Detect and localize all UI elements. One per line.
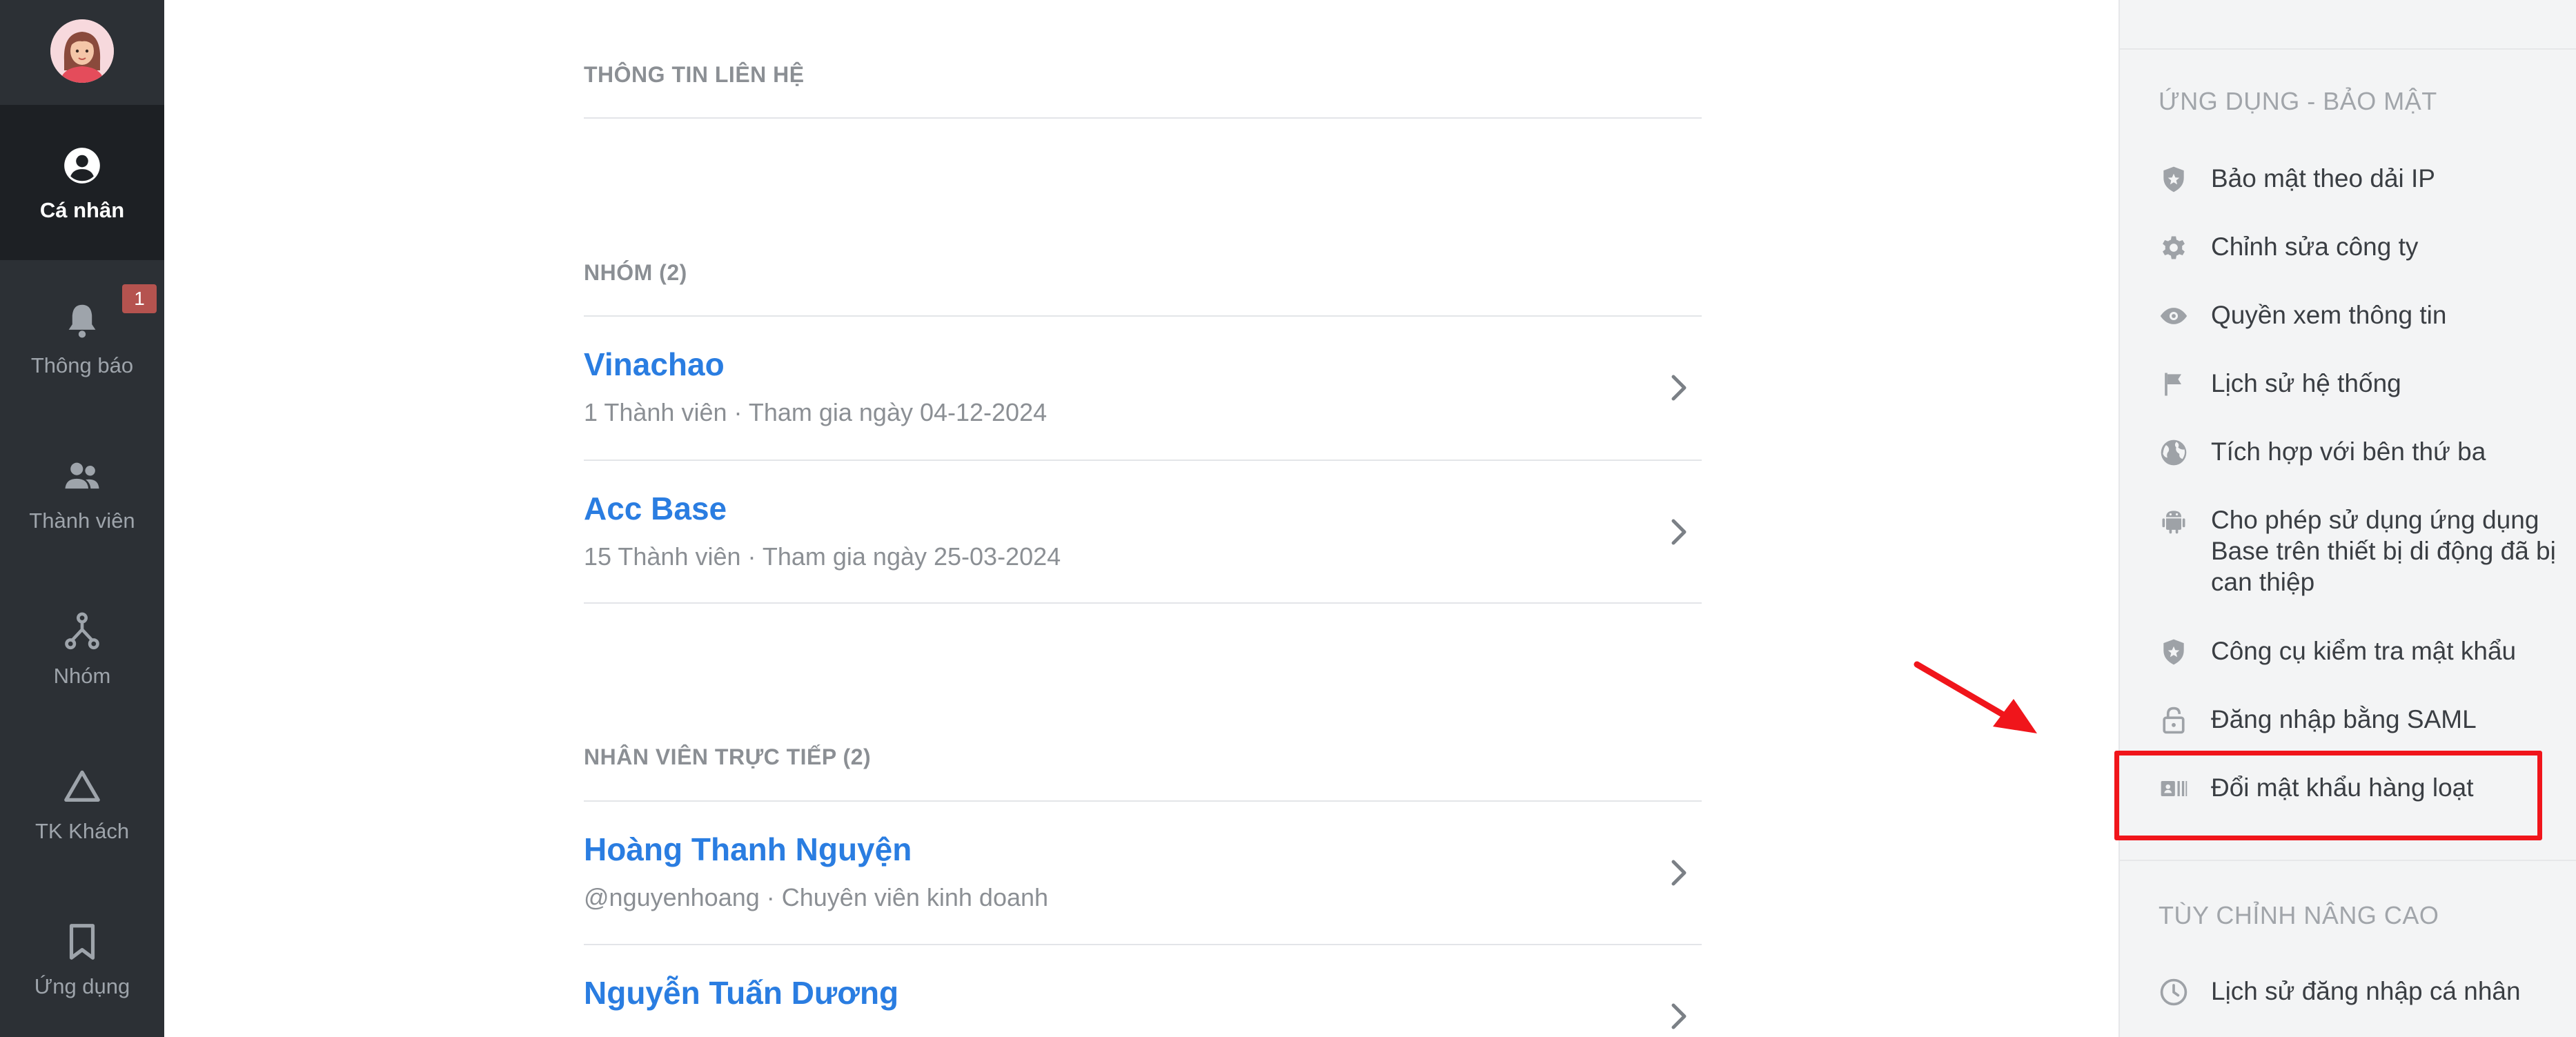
advanced-section-title: TÙY CHỈNH NÂNG CAO [2159,901,2439,929]
nav-item-guest-accounts[interactable]: TK Khách [0,726,164,881]
nav-item-apps[interactable]: Ứng dụng [0,881,164,1036]
menu-item-label: Tích hợp với bên thứ ba [2211,437,2486,466]
group-meta: 1 Thành viên · Tham gia ngày 04-12-2024 [584,398,1048,426]
gear-icon [2163,236,2185,259]
group-name[interactable]: Vinachao [584,346,725,383]
org-chart-icon [65,612,99,650]
lock-open-icon [2163,707,2185,734]
menu-item-rooted-devices[interactable]: Cho phép sử dụng ứng dụng Base trên thiế… [2159,504,2559,597]
nav-item-personal[interactable]: Cá nhân [0,105,164,260]
clock-icon [2160,978,2187,1006]
notification-badge: 1 [122,284,157,313]
avatar-illustration [50,19,114,83]
menu-item-view-permissions[interactable]: Quyền xem thông tin [2159,299,2559,331]
menu-item-third-party[interactable]: Tích hợp với bên thứ ba [2159,436,2559,468]
shield-star-icon [2163,166,2184,192]
menu-item-password-checker[interactable]: Công cụ kiểm tra mật khẩu [2159,635,2559,667]
annotation-arrow-icon [1914,661,2037,733]
divider [584,117,1702,119]
group-name[interactable]: Acc Base [584,490,727,527]
nav-label-guest-accounts: TK Khách [35,819,130,843]
group-row-vinachao[interactable]: Vinachao 1 Thành viên · Tham gia ngày 04… [584,317,1702,459]
menu-item-label: Công cụ kiểm tra mật khẩu [2211,637,2517,665]
menu-item-label: Cho phép sử dụng ứng dụng Base trên thiế… [2211,506,2556,596]
nav-item-members[interactable]: Thành viên [0,415,164,571]
nav-label-groups: Nhóm [53,664,111,688]
nav-label-notifications: Thông báo [30,353,134,377]
menu-item-label: Bảo mật theo dải IP [2211,164,2435,192]
menu-item-label: Đăng nhập bằng SAML [2211,705,2477,733]
bell-icon [68,304,96,338]
eye-icon [2160,308,2187,324]
security-section-title: ỨNG DỤNG - BẢO MẬT [2159,87,2437,115]
menu-item-edit-company[interactable]: Chỉnh sửa công ty [2159,231,2559,263]
users-icon [65,462,99,489]
groups-section-title: NHÓM (2) [584,260,687,285]
chevron-right-icon[interactable] [1667,515,1691,549]
bookmark-icon [69,924,95,960]
left-nav: Cá nhân Thông báo 1 Thành viên Nhóm TK K… [0,0,164,1037]
menu-item-ip-security[interactable]: Bảo mật theo dải IP [2159,163,2559,195]
menu-item-label: Lịch sử đăng nhập cá nhân [2211,977,2521,1005]
chevron-right-icon[interactable] [1667,856,1691,890]
annotation-highlight-box [2114,751,2542,840]
employee-meta: @nguyenhoang · Chuyên viên kinh doanh [584,883,1049,911]
employee-row[interactable]: Nguyễn Tuấn Dương [584,945,1702,1037]
divider [2120,860,2576,861]
direct-reports-section-title: NHÂN VIÊN TRỰC TIẾP (2) [584,744,872,769]
profile-main: THÔNG TIN LIÊN HỆ NHÓM (2) Vinachao 1 Th… [164,0,2118,1037]
contact-section-title: THÔNG TIN LIÊN HỆ [584,62,805,87]
shield-star-icon [2163,639,2184,665]
triangle-icon [64,770,100,802]
divider [584,602,1702,604]
settings-panel: ỨNG DỤNG - BẢO MẬT Bảo mật theo dải IP C… [2118,0,2576,1037]
nav-item-notifications[interactable]: Thông báo [0,260,164,415]
avatar[interactable] [50,19,114,83]
menu-item-label: Quyền xem thông tin [2211,301,2447,329]
menu-item-system-history[interactable]: Lịch sử hệ thống [2159,368,2559,399]
android-icon [2162,511,2185,534]
menu-item-saml-login[interactable]: Đăng nhập bằng SAML [2159,704,2559,735]
globe-icon [2161,440,2187,466]
nav-label-members: Thành viên [29,508,135,533]
chevron-right-icon[interactable] [1667,371,1691,405]
flag-icon [2165,373,2181,396]
employee-name[interactable]: Hoàng Thanh Nguyện [584,831,912,868]
group-row-acc-base[interactable]: Acc Base 15 Thành viên · Tham gia ngày 2… [584,461,1702,603]
panel-top-strip [2120,0,2576,50]
nav-item-groups[interactable]: Nhóm [0,571,164,726]
menu-item-login-history[interactable]: Lịch sử đăng nhập cá nhân [2159,976,2559,1007]
employee-row[interactable]: Hoàng Thanh Nguyện @nguyenhoang · Chuyên… [584,802,1702,944]
employee-name[interactable]: Nguyễn Tuấn Dương [584,974,898,1011]
nav-label-apps: Ứng dụng [34,974,130,998]
app-root: Cá nhân Thông báo 1 Thành viên Nhóm TK K… [0,0,2576,1037]
user-circle-icon [64,148,100,184]
nav-label-personal: Cá nhân [39,198,125,222]
chevron-right-icon[interactable] [1667,999,1691,1034]
menu-item-label: Lịch sử hệ thống [2211,369,2401,397]
menu-item-label: Chỉnh sửa công ty [2211,233,2419,261]
group-meta: 15 Thành viên · Tham gia ngày 25-03-2024 [584,542,1061,571]
